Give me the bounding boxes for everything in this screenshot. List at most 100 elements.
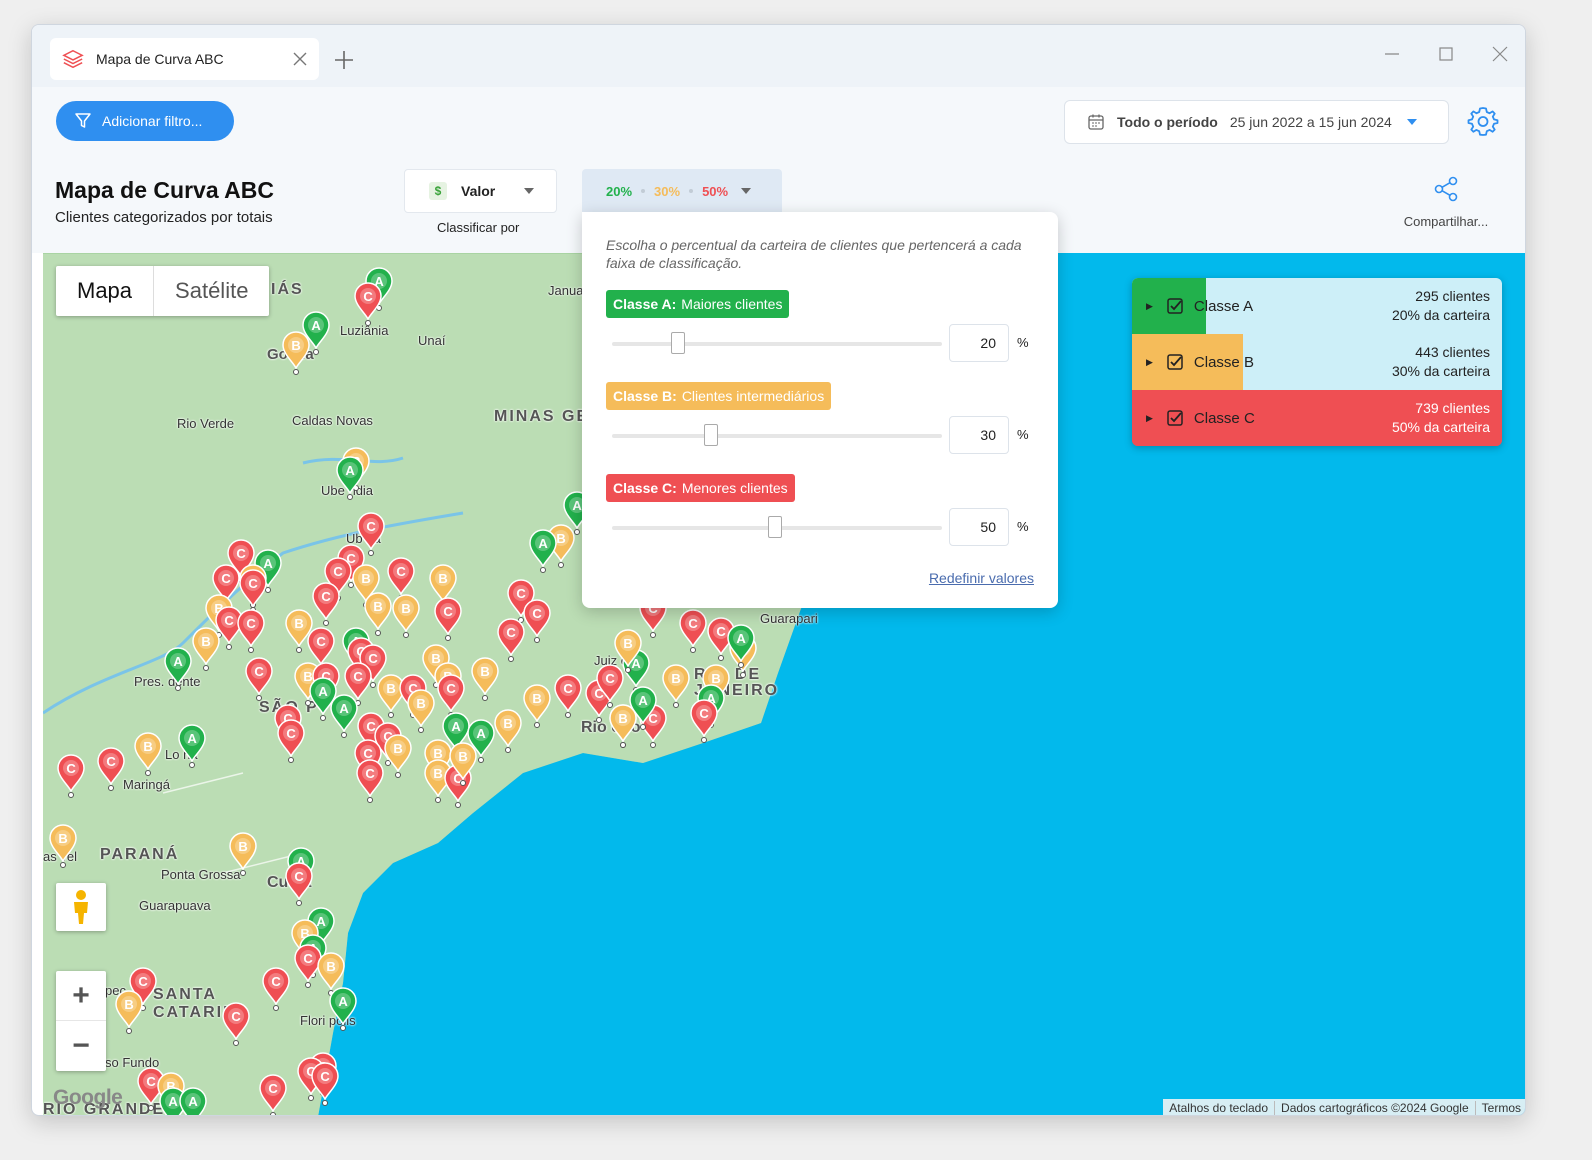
expand-arrow-icon[interactable]: ▶	[1146, 413, 1153, 424]
map-marker-class-c[interactable]: C	[57, 754, 85, 798]
map-marker-class-c[interactable]: C	[262, 967, 290, 1011]
google-logo: Google	[53, 1086, 123, 1109]
chevron-down-icon	[741, 188, 752, 194]
percentage-popup: Escolha o percentual da carteira de clie…	[582, 212, 1058, 608]
legend-row-classe-a[interactable]: ▶ Classe A 295 clientes 20% da carteira	[1132, 278, 1502, 334]
street-view-pegman[interactable]	[56, 883, 106, 931]
add-filter-button[interactable]: Adicionar filtro...	[56, 101, 234, 141]
close-window-icon[interactable]	[1491, 45, 1509, 63]
checkbox-icon[interactable]	[1167, 298, 1183, 314]
map-marker-class-a[interactable]: A	[336, 456, 364, 500]
classe-c-key: Classe C:	[613, 480, 677, 496]
share-button[interactable]: Compartilhar...	[1396, 175, 1496, 229]
map-marker-class-a[interactable]: A	[529, 529, 557, 573]
map-marker-class-b[interactable]: B	[285, 609, 313, 653]
map-marker-class-b[interactable]: B	[392, 594, 420, 638]
map-type-control: Mapa Satélite	[56, 266, 270, 316]
classe-b-slider[interactable]	[612, 434, 942, 438]
map-marker-class-c[interactable]: C	[357, 512, 385, 556]
map-marker-class-a[interactable]: A	[178, 724, 206, 768]
map-marker-class-c[interactable]: C	[434, 597, 462, 641]
reset-values-link[interactable]: Redefinir valores	[929, 570, 1034, 586]
expand-arrow-icon[interactable]: ▶	[1146, 357, 1153, 368]
terms-link[interactable]: Termos	[1474, 1101, 1525, 1115]
map-marker-class-c[interactable]: C	[311, 1062, 339, 1106]
map-marker-class-c[interactable]: C	[523, 599, 551, 643]
period-selector[interactable]: Todo o período 25 jun 2022 a 15 jun 2024	[1064, 100, 1449, 144]
minimize-icon[interactable]	[1383, 45, 1401, 63]
map-marker-class-c[interactable]: C	[356, 759, 384, 803]
expand-arrow-icon[interactable]: ▶	[1146, 301, 1153, 312]
map-marker-class-b[interactable]: B	[282, 331, 310, 375]
svg-text:C: C	[363, 289, 373, 304]
map-marker-class-b[interactable]: B	[407, 689, 435, 733]
map-marker-class-c[interactable]: C	[222, 1002, 250, 1046]
map-marker-class-c[interactable]: C	[259, 1074, 287, 1116]
checkbox-icon[interactable]	[1167, 354, 1183, 370]
map-marker-class-a[interactable]: A	[179, 1087, 207, 1116]
map-marker-class-c[interactable]: C	[679, 609, 707, 653]
checkbox-icon[interactable]	[1167, 410, 1183, 426]
map-marker-class-b[interactable]: B	[384, 734, 412, 778]
map-marker-class-c[interactable]: C	[215, 606, 243, 650]
map-marker-class-c[interactable]: C	[245, 657, 273, 701]
legend-row-classe-b[interactable]: ▶ Classe B 443 clientes 30% da carteira	[1132, 334, 1502, 390]
map-marker-class-c[interactable]: C	[497, 618, 525, 662]
map-marker-class-c[interactable]: C	[554, 674, 582, 718]
svg-text:B: B	[458, 749, 467, 764]
map-marker-class-b[interactable]: B	[377, 674, 405, 718]
sort-by-label: Classificar por	[437, 220, 520, 235]
close-tab-icon[interactable]	[293, 52, 307, 66]
browser-tab[interactable]: Mapa de Curva ABC	[50, 38, 319, 80]
map-marker-class-a[interactable]: A	[329, 987, 357, 1031]
classe-c-slider-thumb[interactable]	[768, 516, 782, 538]
map-marker-class-c[interactable]: C	[237, 609, 265, 653]
map-marker-class-b[interactable]: B	[115, 990, 143, 1034]
keyboard-shortcuts-link[interactable]: Atalhos do teclado	[1163, 1101, 1274, 1115]
chevron-down-icon	[1406, 119, 1417, 125]
classe-a-input[interactable]: 20	[949, 324, 1009, 362]
zoom-in-button[interactable]: +	[56, 971, 106, 1021]
map-marker-class-b[interactable]: B	[471, 657, 499, 701]
map-marker-class-a[interactable]: A	[164, 647, 192, 691]
map-marker-class-b[interactable]: B	[662, 664, 690, 708]
map-marker-class-c[interactable]: C	[690, 699, 718, 743]
map-marker-class-b[interactable]: B	[609, 704, 637, 748]
map-marker-class-c[interactable]: C	[97, 747, 125, 791]
classe-b-input[interactable]: 30	[949, 416, 1009, 454]
map-marker-class-b[interactable]: B	[523, 684, 551, 728]
map-marker-class-c[interactable]: C	[294, 944, 322, 988]
map-marker-class-c[interactable]: C	[354, 282, 382, 326]
zoom-out-button[interactable]: −	[56, 1021, 106, 1071]
svg-text:A: A	[345, 463, 355, 478]
gear-icon[interactable]	[1467, 105, 1499, 137]
map-marker-class-b[interactable]: B	[134, 732, 162, 776]
map-marker-class-b[interactable]: B	[192, 627, 220, 671]
map-marker-class-b[interactable]: B	[494, 709, 522, 753]
map-marker-class-b[interactable]: B	[49, 824, 77, 868]
map-marker-class-c[interactable]: C	[239, 569, 267, 613]
map-type-map-button[interactable]: Mapa	[56, 266, 155, 316]
filter-icon	[75, 113, 91, 128]
classe-a-slider[interactable]	[612, 342, 942, 346]
legend-row-classe-c[interactable]: ▶ Classe C 739 clientes 50% da carteira	[1132, 390, 1502, 446]
new-tab-icon[interactable]	[333, 49, 355, 71]
map-marker-class-b[interactable]: B	[229, 832, 257, 876]
svg-text:C: C	[320, 1069, 330, 1084]
map-marker-class-b[interactable]: B	[364, 592, 392, 636]
maximize-icon[interactable]	[1437, 45, 1455, 63]
map-marker-class-c[interactable]: C	[277, 719, 305, 763]
svg-text:C: C	[231, 1009, 241, 1024]
svg-text:C: C	[316, 634, 326, 649]
map-marker-class-c[interactable]: C	[437, 674, 465, 718]
map-marker-class-a[interactable]: A	[330, 694, 358, 738]
sort-by-select[interactable]: $ Valor	[404, 169, 557, 213]
map-type-satellite-button[interactable]: Satélite	[154, 266, 269, 316]
classe-a-slider-thumb[interactable]	[671, 332, 685, 354]
classe-b-slider-thumb[interactable]	[704, 424, 718, 446]
map-marker-class-c[interactable]: C	[387, 557, 415, 601]
map-marker-class-c[interactable]: C	[285, 862, 313, 906]
classe-c-input[interactable]: 50	[949, 508, 1009, 546]
percentage-selector[interactable]: 20% 30% 50%	[582, 169, 782, 213]
map-marker-class-c[interactable]: C	[312, 582, 340, 626]
